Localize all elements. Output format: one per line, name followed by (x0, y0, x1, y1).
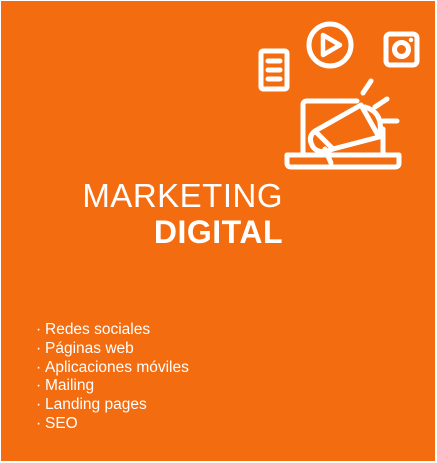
bullet: · (36, 377, 42, 395)
camera-icon (383, 31, 420, 68)
bullet: · (36, 321, 42, 338)
bullet: · (36, 414, 42, 432)
list-item: · SEO (36, 415, 189, 434)
service-label: SEO (45, 414, 78, 432)
document-icon (258, 48, 290, 92)
service-label: Páginas web (45, 339, 134, 357)
service-label: Redes sociales (45, 321, 151, 338)
service-label: Mailing (45, 377, 95, 395)
play-button-icon (306, 21, 354, 69)
marketing-illustration (258, 21, 420, 170)
list-item: · Aplicaciones móviles (36, 359, 189, 378)
service-label: Aplicaciones móviles (45, 358, 189, 376)
page-title: MARKETING DIGITAL (1, 179, 283, 248)
title-line-marketing: MARKETING (82, 177, 283, 214)
bullet: · (36, 339, 42, 357)
title-line-digital: DIGITAL (153, 214, 283, 250)
list-item: · Landing pages (36, 396, 189, 415)
list-item: · Mailing (36, 377, 189, 396)
services-list: · Redes sociales · Páginas web · Aplicacion… (36, 321, 189, 434)
bullet: · (36, 358, 42, 376)
service-label: Landing pages (45, 396, 147, 414)
list-item: · Redes sociales (36, 321, 189, 340)
marketing-card: MARKETING DIGITAL · Redes sociales · Págin… (1, 1, 435, 461)
list-item: · Páginas web (36, 340, 189, 359)
bullet: · (36, 396, 42, 414)
